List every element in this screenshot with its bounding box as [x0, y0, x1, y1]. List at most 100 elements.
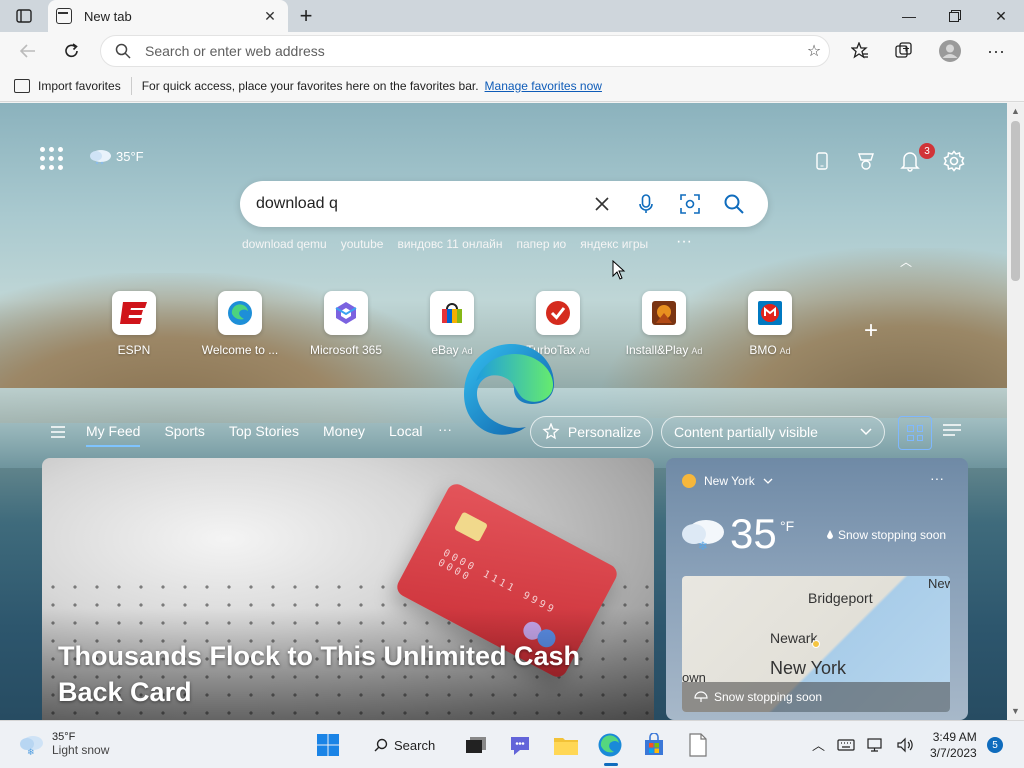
minimize-button[interactable]: — — [886, 0, 932, 32]
quick-link-install-play[interactable]: Install&Play Ad — [614, 291, 714, 357]
turbotax-icon — [536, 291, 580, 335]
taskbar: ❄ 35°F Light snow Search ︿ 3:49 AM 3/7/2… — [0, 720, 1024, 768]
tab-actions-button[interactable] — [8, 4, 40, 28]
location-pin-icon — [812, 640, 820, 648]
show-hidden-icons-button[interactable]: ︿ — [812, 735, 825, 754]
ad-label: Ad — [779, 346, 791, 356]
network-icon[interactable] — [867, 737, 885, 753]
tab-sports[interactable]: Sports — [164, 423, 204, 447]
map-label: New York — [770, 658, 847, 678]
suggestion-item[interactable]: яндекс игры — [580, 237, 648, 251]
teams-chat-button[interactable] — [504, 729, 536, 761]
collapse-quick-links-button[interactable]: ︿ — [900, 253, 912, 270]
store-button[interactable] — [638, 729, 670, 761]
edge-taskbar-button[interactable] — [594, 729, 626, 761]
tab-my-feed[interactable]: My Feed — [86, 423, 141, 447]
web-search-box[interactable]: download q — [240, 181, 768, 227]
more-suggestions-button[interactable]: ··· — [676, 233, 692, 251]
back-button[interactable] — [12, 36, 44, 66]
mobile-button[interactable] — [808, 147, 836, 175]
app-launcher-button[interactable] — [40, 147, 64, 171]
search-query[interactable]: download q — [256, 195, 580, 213]
tab-money[interactable]: Money — [323, 423, 365, 447]
list-layout-button[interactable] — [942, 423, 962, 442]
page-settings-button[interactable] — [940, 147, 968, 175]
start-button[interactable] — [312, 729, 344, 761]
volume-icon[interactable] — [897, 737, 915, 753]
taskbar-clock[interactable]: 3:49 AM 3/7/2023 — [930, 729, 977, 761]
store-icon — [645, 733, 663, 755]
list-icon — [943, 424, 961, 436]
quick-link-welcome[interactable]: Welcome to ... — [190, 291, 290, 357]
back-arrow-icon — [20, 44, 35, 58]
suggestion-item[interactable]: папер ио — [517, 237, 567, 251]
voice-search-button[interactable] — [624, 182, 668, 226]
weather-map[interactable]: New Bridgeport Newark New York own Snow … — [682, 576, 950, 712]
m365-icon — [324, 291, 368, 335]
weather-unit: °F — [780, 518, 795, 534]
import-favorites-label: Import favorites — [38, 78, 121, 93]
restore-button[interactable] — [932, 0, 978, 32]
notification-center-badge[interactable]: 5 — [987, 737, 1003, 753]
address-placeholder: Search or enter web address — [145, 43, 325, 59]
import-favorites-button[interactable]: Import favorites — [14, 78, 121, 93]
weather-card[interactable]: New York ··· ❄ 35 °F Snow stopping soon … — [666, 458, 968, 720]
scroll-down-button[interactable]: ▼ — [1010, 706, 1021, 716]
file-explorer-button[interactable] — [550, 729, 582, 761]
feed-tabs: My Feed Sports Top Stories Money Local — [86, 423, 422, 447]
quick-link-espn[interactable]: ESPN — [84, 291, 184, 357]
refresh-button[interactable] — [56, 36, 88, 66]
chevron-down-icon — [860, 428, 872, 436]
add-favorite-button[interactable]: ☆ — [799, 41, 829, 61]
search-submit-button[interactable] — [712, 182, 756, 226]
hero-news-card[interactable]: 0000 1111 9999 0000 Thousands Flock to T… — [42, 458, 654, 720]
suggestion-item[interactable]: youtube — [341, 237, 384, 251]
taskbar-search-button[interactable]: Search — [364, 731, 445, 759]
favorites-bar: Import favorites For quick access, place… — [0, 70, 1024, 102]
suggestion-item[interactable]: виндовс 11 онлайн — [397, 237, 502, 251]
weather-condition: Snow stopping soon — [826, 528, 946, 542]
bmo-icon — [748, 291, 792, 335]
feed-menu-button[interactable] — [50, 425, 66, 444]
settings-more-button[interactable]: ··· — [980, 36, 1012, 66]
close-window-button[interactable]: ✕ — [978, 0, 1024, 32]
quick-link-label: BMO — [749, 343, 777, 357]
address-bar[interactable]: Search or enter web address ☆ — [100, 35, 830, 67]
scroll-up-button[interactable]: ▲ — [1010, 106, 1021, 116]
manage-favorites-link[interactable]: Manage favorites now — [485, 79, 602, 93]
hero-headline[interactable]: Thousands Flock to This Unlimited Cash B… — [58, 638, 638, 710]
add-quick-link-button[interactable]: + — [864, 317, 878, 345]
tab-top-stories[interactable]: Top Stories — [229, 423, 299, 447]
content-visibility-dropdown[interactable]: Content partially visible — [661, 416, 885, 448]
personalize-button[interactable]: Personalize — [530, 416, 653, 448]
more-feed-tabs-button[interactable]: ··· — [438, 421, 452, 437]
visual-search-button[interactable] — [668, 182, 712, 226]
weather-location-selector[interactable]: New York — [682, 474, 773, 488]
quick-link-bmo[interactable]: BMO Ad — [720, 291, 820, 357]
keyboard-icon[interactable] — [837, 738, 855, 752]
taskbar-weather-widget[interactable]: ❄ 35°F Light snow — [18, 731, 109, 757]
quick-link-microsoft-365[interactable]: Microsoft 365 — [296, 291, 396, 357]
task-view-button[interactable] — [460, 729, 492, 761]
close-tab-button[interactable]: ✕ — [260, 6, 280, 26]
profile-button[interactable] — [934, 36, 966, 66]
scrollbar-thumb[interactable] — [1011, 121, 1020, 281]
weather-widget-mini[interactable]: 35°F — [88, 147, 144, 165]
svg-text:❄: ❄ — [698, 539, 708, 552]
tab-new-tab[interactable]: New tab ✕ — [48, 0, 288, 32]
grid-layout-button[interactable] — [898, 416, 932, 450]
favorites-message: For quick access, place your favorites h… — [141, 78, 479, 93]
rewards-button[interactable] — [852, 147, 880, 175]
document-icon — [689, 733, 707, 757]
favorites-button[interactable] — [844, 36, 876, 66]
new-tab-icon — [56, 8, 72, 24]
new-tab-button[interactable]: + — [292, 3, 320, 28]
collections-button[interactable] — [888, 36, 920, 66]
notepad-button[interactable] — [682, 729, 714, 761]
notification-badge: 3 — [919, 143, 935, 159]
tab-local[interactable]: Local — [389, 423, 422, 447]
page-scrollbar[interactable]: ▲ ▼ — [1007, 103, 1024, 720]
suggestion-item[interactable]: download qemu — [242, 237, 327, 251]
clear-search-button[interactable] — [580, 182, 624, 226]
weather-more-button[interactable]: ··· — [930, 470, 944, 486]
